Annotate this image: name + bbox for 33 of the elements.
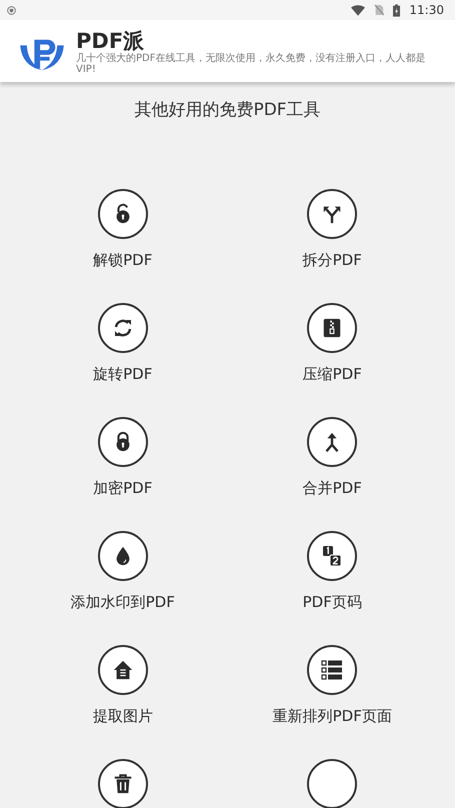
- tool-button[interactable]: [98, 189, 148, 239]
- status-time: 11:30: [409, 3, 444, 17]
- house-icon: [112, 659, 134, 681]
- tool-label: PDF页码: [302, 593, 362, 612]
- tool-label: 重新排列PDF页面: [272, 707, 392, 726]
- app-name: PDF派: [76, 29, 146, 53]
- tool-label: 提取图片: [92, 707, 153, 726]
- tool-button[interactable]: [98, 759, 148, 808]
- tool-button[interactable]: [98, 303, 148, 353]
- shield-icon: [7, 6, 16, 14]
- tool-button[interactable]: [307, 759, 358, 808]
- tool-button[interactable]: [98, 645, 148, 695]
- tool-label: 合并PDF: [302, 479, 362, 498]
- tool-button[interactable]: [307, 303, 358, 353]
- tool-label: 加密PDF: [93, 479, 152, 498]
- tool-label: 压缩PDF: [302, 365, 362, 384]
- tool-label: 拆分PDF: [302, 251, 362, 270]
- tool-button[interactable]: [307, 189, 358, 239]
- tool-label: 解锁PDF: [93, 251, 152, 270]
- wifi-icon: [351, 4, 366, 16]
- tool-button[interactable]: [98, 417, 148, 467]
- battery-icon: [393, 4, 400, 16]
- tool-button[interactable]: [307, 417, 358, 467]
- tool-button[interactable]: [307, 531, 358, 581]
- tool-button[interactable]: [307, 645, 358, 695]
- zip-file-icon: [321, 317, 344, 339]
- section-title: 其他好用的免费PDF工具: [133, 99, 322, 121]
- list-icon: [320, 658, 344, 682]
- tool-button[interactable]: [98, 531, 148, 581]
- no-sim-icon: [374, 4, 384, 16]
- tool-label: 添加水印到PDF: [70, 593, 175, 612]
- app-tagline: 几十个强大的PDF在线工具，无限次使用，永久免费，没有注册入口，人人都是VIP!: [76, 53, 426, 75]
- tool-label: 旋转PDF: [93, 365, 152, 384]
